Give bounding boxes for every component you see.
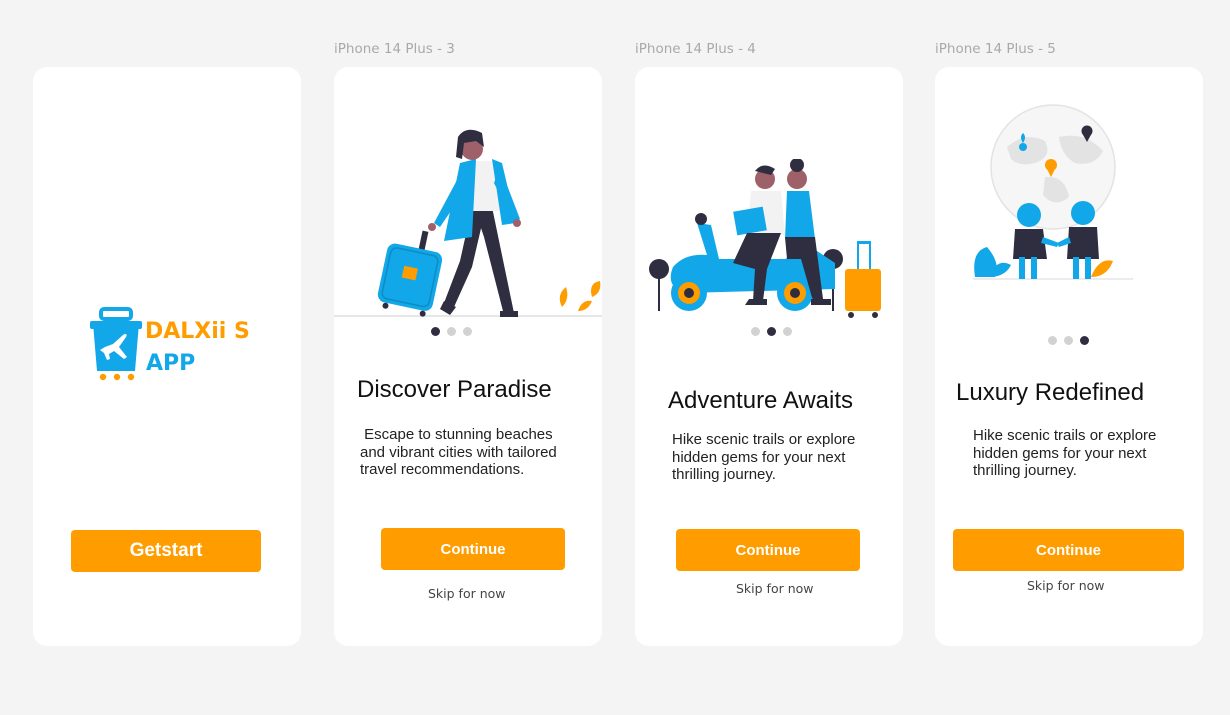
onboarding-screen-adventure: Adventure Awaits Hike scenic trails or e… xyxy=(635,67,903,646)
page-dot-1[interactable] xyxy=(751,327,760,336)
page-dot-1[interactable] xyxy=(1048,336,1057,345)
screen-description: Hike scenic trails or explore hidden gem… xyxy=(973,427,1157,479)
frame-label-4: iPhone 14 Plus - 4 xyxy=(635,41,756,57)
page-dot-3[interactable] xyxy=(783,327,792,336)
skip-link[interactable]: Skip for now xyxy=(736,581,814,596)
page-indicator xyxy=(1048,336,1089,345)
couple-on-scooter-illustration xyxy=(635,158,903,324)
onboarding-screen-discover: Discover Paradise Escape to stunning bea… xyxy=(334,67,602,646)
screen-heading: Adventure Awaits xyxy=(668,387,854,414)
continue-button[interactable]: Continue xyxy=(381,528,565,570)
continue-button[interactable]: Continue xyxy=(676,529,860,571)
logo-subtitle: APP xyxy=(146,351,196,376)
page-indicator xyxy=(751,327,792,336)
page-indicator xyxy=(431,327,472,336)
page-dot-2[interactable] xyxy=(1064,336,1073,345)
splash-screen: DALXii S APP Getstart xyxy=(33,67,301,646)
page-dot-1[interactable] xyxy=(431,327,440,336)
frame-label-5: iPhone 14 Plus - 5 xyxy=(935,41,1056,57)
continue-button[interactable]: Continue xyxy=(953,529,1184,571)
skip-link[interactable]: Skip for now xyxy=(428,586,506,601)
screen-heading: Discover Paradise xyxy=(357,376,552,403)
globe-with-people-illustration xyxy=(935,97,1203,302)
frame-label-3: iPhone 14 Plus - 3 xyxy=(334,41,455,57)
suitcase-logo-icon xyxy=(89,307,149,382)
woman-with-suitcase-illustration xyxy=(334,127,602,324)
page-dot-3[interactable] xyxy=(1080,336,1089,345)
onboarding-screen-luxury: Luxury Redefined Hike scenic trails or e… xyxy=(935,67,1203,646)
page-dot-3[interactable] xyxy=(463,327,472,336)
page-dot-2[interactable] xyxy=(767,327,776,336)
screen-heading: Luxury Redefined xyxy=(956,379,1145,406)
logo-title: DALXii S xyxy=(145,319,250,344)
screen-description: Escape to stunning beaches and vibrant c… xyxy=(360,426,561,478)
skip-link[interactable]: Skip for now xyxy=(1027,578,1105,593)
page-dot-2[interactable] xyxy=(447,327,456,336)
screen-description: Hike scenic trails or explore hidden gem… xyxy=(672,431,856,483)
getstart-button[interactable]: Getstart xyxy=(71,530,261,572)
